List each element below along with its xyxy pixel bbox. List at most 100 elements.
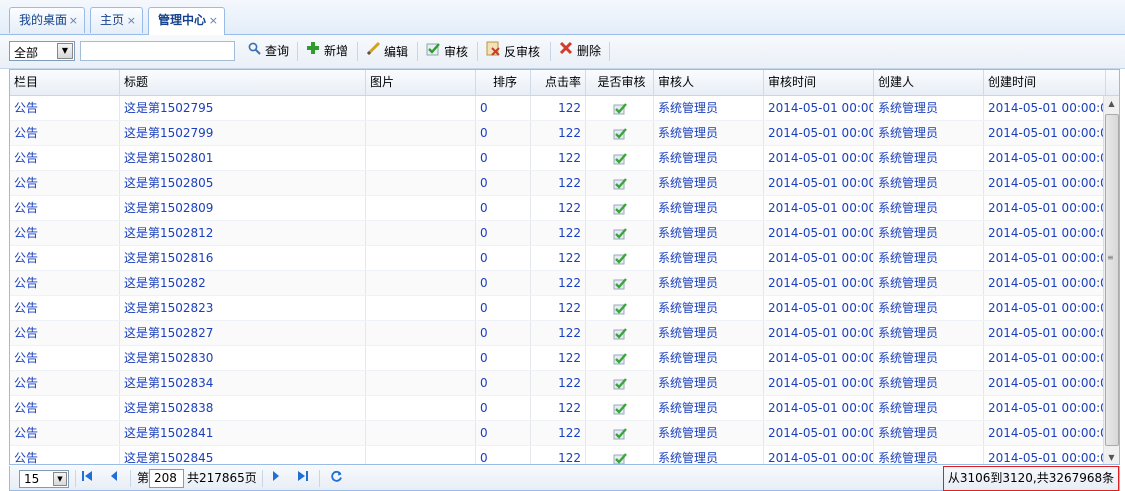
divider <box>75 470 76 487</box>
cell-title[interactable]: 这是第1502816 <box>120 246 366 270</box>
cell-column[interactable]: 公告 <box>10 396 120 420</box>
close-icon[interactable]: × <box>127 8 136 33</box>
page-size-select[interactable]: 15 ▼ <box>19 470 69 488</box>
delete-button[interactable]: 删除 <box>558 41 601 61</box>
category-select[interactable]: 全部 ▼ <box>9 41 75 61</box>
query-button[interactable]: 查询 <box>246 41 289 61</box>
tab-admin-center[interactable]: 管理中心 × <box>148 7 225 35</box>
table-row[interactable]: 公告 这是第1502838 0 122 系统管理员 2014-05-01 00:00: 系统… <box>10 396 1103 421</box>
cell-title[interactable]: 这是第1502845 <box>120 446 366 464</box>
cell-audit-time: 2014-05-01 00:00: <box>764 271 874 295</box>
table-row[interactable]: 公告 这是第1502841 0 122 系统管理员 2014-05-01 00:00: 系统… <box>10 421 1103 446</box>
column-header-auditor[interactable]: 审核人 <box>654 70 764 95</box>
table-row[interactable]: 公告 这是第1502827 0 122 系统管理员 2014-05-01 00:00: 系统… <box>10 321 1103 346</box>
cell-title[interactable]: 这是第1502805 <box>120 171 366 195</box>
table-row[interactable]: 公告 这是第1502823 0 122 系统管理员 2014-05-01 00:00: 系统… <box>10 296 1103 321</box>
cell-title[interactable]: 这是第1502827 <box>120 321 366 345</box>
cell-sort: 0 <box>476 196 531 220</box>
column-header-audited[interactable]: 是否审核 <box>586 70 654 95</box>
cell-column[interactable]: 公告 <box>10 421 120 445</box>
cell-creator: 系统管理员 <box>874 296 984 320</box>
table-row[interactable]: 公告 这是第1502799 0 122 系统管理员 2014-05-01 00:00: 系统… <box>10 121 1103 146</box>
unaudit-button[interactable]: 反审核 <box>485 41 540 61</box>
cell-title[interactable]: 这是第1502809 <box>120 196 366 220</box>
cell-create-time: 2014-05-01 00:00:0 <box>984 171 1103 195</box>
table-row[interactable]: 公告 这是第1502816 0 122 系统管理员 2014-05-01 00:00: 系统… <box>10 246 1103 271</box>
cell-title[interactable]: 这是第1502838 <box>120 396 366 420</box>
tab-label: 管理中心 <box>158 13 207 27</box>
cell-title[interactable]: 这是第1502830 <box>120 346 366 370</box>
table-row[interactable]: 公告 这是第1502795 0 122 系统管理员 2014-05-01 00:00: 系统… <box>10 96 1103 121</box>
cell-column[interactable]: 公告 <box>10 371 120 395</box>
prev-page-icon[interactable] <box>106 470 122 486</box>
cell-creator: 系统管理员 <box>874 196 984 220</box>
search-input[interactable] <box>80 41 235 61</box>
audit-button[interactable]: 审核 <box>425 41 468 61</box>
cell-title[interactable]: 这是第1502801 <box>120 146 366 170</box>
cell-column[interactable]: 公告 <box>10 171 120 195</box>
cell-column[interactable]: 公告 <box>10 121 120 145</box>
chevron-down-icon[interactable]: ▼ <box>53 472 67 486</box>
cell-sort: 0 <box>476 396 531 420</box>
table-row[interactable]: 公告 这是第1502834 0 122 系统管理员 2014-05-01 00:00: 系统… <box>10 371 1103 396</box>
column-header-column[interactable]: 栏目 <box>10 70 120 95</box>
first-page-icon[interactable] <box>79 470 95 486</box>
cell-title[interactable]: 这是第1502812 <box>120 221 366 245</box>
cell-auditor: 系统管理员 <box>654 371 764 395</box>
tab-bar: 我的桌面 × 主页 × 管理中心 × <box>0 0 1125 35</box>
column-header-title[interactable]: 标题 <box>120 70 366 95</box>
cell-title[interactable]: 这是第150282 <box>120 271 366 295</box>
table-row[interactable]: 公告 这是第1502830 0 122 系统管理员 2014-05-01 00:00: 系统… <box>10 346 1103 371</box>
table-row[interactable]: 公告 这是第1502845 0 122 系统管理员 2014-05-01 00:00: 系统… <box>10 446 1103 464</box>
next-page-icon[interactable] <box>268 470 284 486</box>
cell-column[interactable]: 公告 <box>10 296 120 320</box>
cell-title[interactable]: 这是第1502823 <box>120 296 366 320</box>
column-header-clicks[interactable]: 点击率 <box>531 70 586 95</box>
column-header-image[interactable]: 图片 <box>366 70 476 95</box>
table-row[interactable]: 公告 这是第1502812 0 122 系统管理员 2014-05-01 00:00: 系统… <box>10 221 1103 246</box>
cell-auditor: 系统管理员 <box>654 396 764 420</box>
cell-column[interactable]: 公告 <box>10 246 120 270</box>
scroll-up-icon[interactable]: ▲ <box>1104 96 1119 112</box>
cell-sort: 0 <box>476 96 531 120</box>
close-icon[interactable]: × <box>69 8 78 33</box>
scroll-down-icon[interactable]: ▼ <box>1104 450 1119 464</box>
column-header-audit-time[interactable]: 审核时间 <box>764 70 874 95</box>
cell-column[interactable]: 公告 <box>10 446 120 464</box>
cell-image <box>366 421 476 445</box>
table-row[interactable]: 公告 这是第1502801 0 122 系统管理员 2014-05-01 00:00: 系统… <box>10 146 1103 171</box>
cell-title[interactable]: 这是第1502834 <box>120 371 366 395</box>
table-row[interactable]: 公告 这是第1502805 0 122 系统管理员 2014-05-01 00:00: 系统… <box>10 171 1103 196</box>
cell-column[interactable]: 公告 <box>10 146 120 170</box>
cell-sort: 0 <box>476 271 531 295</box>
cell-auditor: 系统管理员 <box>654 296 764 320</box>
tab-my-desktop[interactable]: 我的桌面 × <box>9 7 85 33</box>
table-row[interactable]: 公告 这是第1502809 0 122 系统管理员 2014-05-01 00:00: 系统… <box>10 196 1103 221</box>
cell-column[interactable]: 公告 <box>10 271 120 295</box>
cell-creator: 系统管理员 <box>874 396 984 420</box>
cell-column[interactable]: 公告 <box>10 96 120 120</box>
cell-column[interactable]: 公告 <box>10 321 120 345</box>
refresh-icon[interactable] <box>328 470 344 486</box>
cell-audited <box>586 171 654 195</box>
column-header-sort[interactable]: 排序 <box>476 70 531 95</box>
cell-title[interactable]: 这是第1502799 <box>120 121 366 145</box>
vertical-scrollbar[interactable]: ▲ ≡ ▼ <box>1103 96 1119 464</box>
scroll-thumb[interactable] <box>1105 114 1119 446</box>
cell-column[interactable]: 公告 <box>10 221 120 245</box>
chevron-down-icon[interactable]: ▼ <box>57 43 73 59</box>
column-header-creator[interactable]: 创建人 <box>874 70 984 95</box>
edit-button[interactable]: 编辑 <box>365 41 408 61</box>
tab-home[interactable]: 主页 × <box>90 7 143 33</box>
add-button[interactable]: 新增 <box>305 41 348 61</box>
cell-title[interactable]: 这是第1502795 <box>120 96 366 120</box>
cell-column[interactable]: 公告 <box>10 346 120 370</box>
cell-column[interactable]: 公告 <box>10 196 120 220</box>
cell-title[interactable]: 这是第1502841 <box>120 421 366 445</box>
column-header-create-time[interactable]: 创建时间 <box>984 70 1106 95</box>
close-icon[interactable]: × <box>209 8 218 33</box>
cell-create-time: 2014-05-01 00:00:0 <box>984 421 1103 445</box>
table-row[interactable]: 公告 这是第150282 0 122 系统管理员 2014-05-01 00:00: 系统管… <box>10 271 1103 296</box>
last-page-icon[interactable] <box>295 470 311 486</box>
page-number-input[interactable]: 208 <box>149 469 184 488</box>
